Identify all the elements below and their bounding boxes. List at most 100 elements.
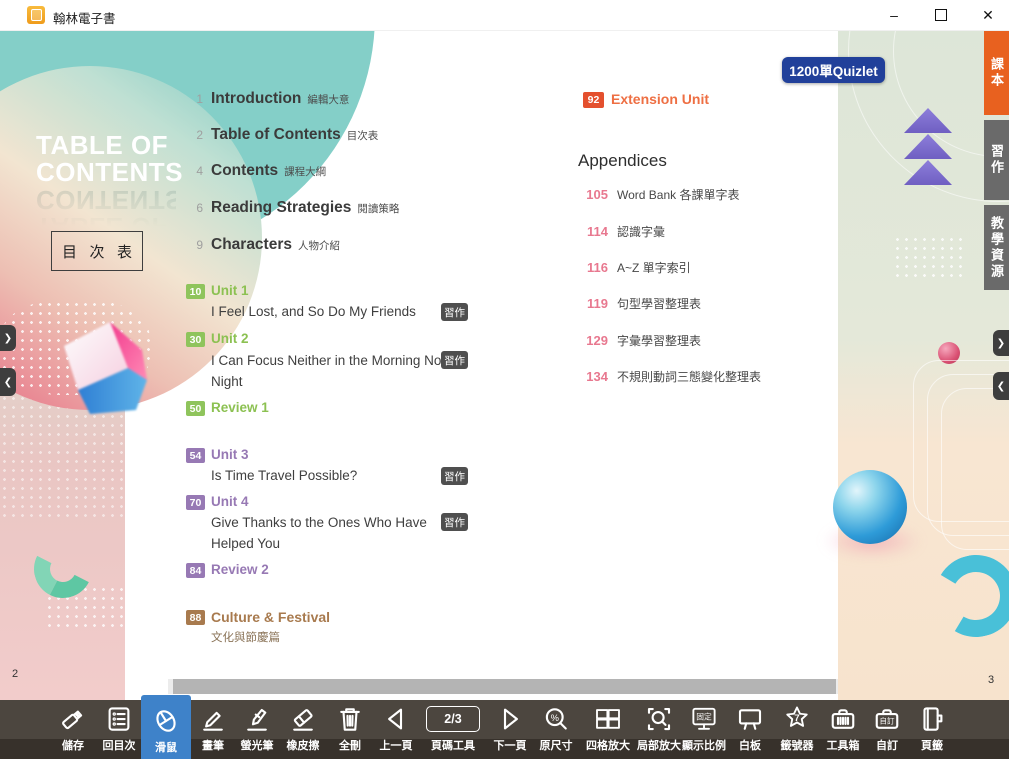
halftone-dots xyxy=(893,235,968,283)
unit4-workbook-badge[interactable]: 習作 xyxy=(441,513,468,531)
whiteboard-icon xyxy=(735,704,765,734)
right-edge-prev-arrow[interactable]: ❮ xyxy=(993,372,1009,400)
pen-tool-button[interactable]: 畫筆 xyxy=(188,700,238,759)
toc-row-review2[interactable]: Review 2 xyxy=(211,562,269,577)
toolbox-button[interactable]: 工具箱 xyxy=(818,700,868,759)
appendix-row-word-bank[interactable]: 105Word Bank 各課單字表 xyxy=(578,186,739,204)
custom-button[interactable]: 自訂 自訂 xyxy=(862,700,912,759)
unit3-page-badge: 54 xyxy=(186,448,205,463)
number-picker-button[interactable]: 7 籤號器 xyxy=(772,700,822,759)
chevron-right-icon: ❯ xyxy=(4,333,12,344)
left-edge-next-arrow[interactable]: ❯ xyxy=(0,325,16,351)
horizontal-scrollbar-track[interactable] xyxy=(168,679,838,694)
toc-row-unit4[interactable]: Unit 4 xyxy=(211,494,249,509)
toc-row-characters[interactable]: 9Characters人物介紹 xyxy=(184,236,340,258)
original-size-button[interactable]: % 原尺寸 xyxy=(531,700,581,759)
toc-row-unit3[interactable]: Unit 3 xyxy=(211,447,249,462)
mouse-icon xyxy=(151,706,181,736)
book-tab-icon xyxy=(917,704,947,734)
prev-page-button[interactable]: 上一頁 xyxy=(371,700,421,759)
appendix-row-irregular-verbs[interactable]: 134不規則動詞三態變化整理表 xyxy=(578,368,761,386)
appendix-row-vocabulary[interactable]: 114認識字彙 xyxy=(578,223,665,241)
minimize-button[interactable]: – xyxy=(875,0,913,30)
right-edge-next-arrow[interactable]: ❯ xyxy=(993,330,1009,356)
unit3-workbook-badge[interactable]: 習作 xyxy=(441,467,468,485)
magnifier-brackets-icon xyxy=(644,704,674,734)
highlighter-tool-button[interactable]: 螢光筆 xyxy=(232,700,282,759)
unit4-page-badge: 70 xyxy=(186,495,205,510)
trash-icon xyxy=(335,704,365,734)
mouse-tool-button[interactable]: 滑鼠 xyxy=(141,695,191,759)
svg-text:%: % xyxy=(551,713,559,723)
pencil-icon xyxy=(198,704,228,734)
four-grid-zoom-button[interactable]: 四格放大 xyxy=(583,700,633,759)
eraser-tool-button[interactable]: 橡皮擦 xyxy=(278,700,328,759)
close-button[interactable]: ✕ xyxy=(969,0,1007,30)
page-number-left: 2 xyxy=(12,668,18,680)
magnifier-percent-icon: % xyxy=(541,704,571,734)
unit1-page-badge: 10 xyxy=(186,284,205,299)
toc-row-reading-strategies[interactable]: 6Reading Strategies閱讀策略 xyxy=(184,199,399,221)
toc-row-review1[interactable]: Review 1 xyxy=(211,400,269,415)
unit2-workbook-badge[interactable]: 習作 xyxy=(441,351,468,369)
page-number-tool-button[interactable]: 2/3 頁碼工具 xyxy=(421,700,485,759)
ebook-window: 3 TABLE OF CONTENTS TABLE OF CONTENTS 目 … xyxy=(0,0,1009,759)
unit1-subtitle[interactable]: I Feel Lost, and So Do My Friends xyxy=(211,301,463,322)
left-edge-prev-arrow[interactable]: ❮ xyxy=(0,368,16,396)
appendix-row-sentence-patterns[interactable]: 119句型學習整理表 xyxy=(578,295,701,313)
tab-textbook[interactable]: 課本 xyxy=(984,30,1009,115)
chevron-right-icon: ❯ xyxy=(997,338,1005,349)
unit3-subtitle[interactable]: Is Time Travel Possible? xyxy=(211,465,463,486)
review2-page-badge: 84 xyxy=(186,563,205,578)
toc-row-culture-festival[interactable]: Culture & Festival xyxy=(211,609,330,625)
page-indicator[interactable]: 2/3 xyxy=(426,706,480,732)
toc-row-introduction[interactable]: 1Introduction編輯大意 xyxy=(184,90,349,112)
toc-row-table-of-contents[interactable]: 2Table of Contents目次表 xyxy=(184,126,378,148)
blue-sphere-decor xyxy=(833,470,907,544)
quizlet-button[interactable]: 1200單Quizlet xyxy=(782,57,885,83)
delete-all-button[interactable]: 全刪 xyxy=(325,700,375,759)
appendix-row-az-index[interactable]: 116A~Z 單字索引 xyxy=(578,259,691,277)
star-number-icon: 7 xyxy=(781,704,813,734)
chevron-left-icon: ❮ xyxy=(997,381,1005,392)
window-title-bar: 翰林電子書 – ✕ xyxy=(0,0,1009,31)
eraser-icon xyxy=(288,704,318,734)
save-button[interactable]: 儲存 xyxy=(48,700,98,759)
toc-row-contents[interactable]: 4Contents課程大綱 xyxy=(184,162,326,184)
toc-deco-title: TABLE OF CONTENTS xyxy=(36,132,176,186)
cube-decor xyxy=(48,316,153,441)
culture-subtitle-zh: 文化與節慶篇 xyxy=(211,628,463,649)
appendix-row-vocab-summary[interactable]: 129字彙學習整理表 xyxy=(578,332,701,350)
display-ratio-button[interactable]: 固定 顯示比例 xyxy=(679,700,729,759)
unit2-subtitle[interactable]: I Can Focus Neither in the Morning Nor a… xyxy=(211,350,463,392)
triangle-right-icon xyxy=(495,704,525,734)
monitor-fixed-icon: 固定 xyxy=(688,704,720,734)
next-page-button[interactable]: 下一頁 xyxy=(485,700,535,759)
partial-zoom-button[interactable]: 局部放大 xyxy=(634,700,684,759)
bottom-toolbar: 儲存 回目次 滑鼠 畫筆 螢光筆 xyxy=(0,700,1009,759)
tab-workbook[interactable]: 習作 xyxy=(984,120,1009,200)
toc-row-extension-unit[interactable]: Extension Unit xyxy=(611,91,709,107)
back-to-toc-button[interactable]: 回目次 xyxy=(94,700,144,759)
toolbox-icon xyxy=(828,704,858,734)
unit2-page-badge: 30 xyxy=(186,332,205,347)
tab-teaching-resources[interactable]: 教學資源 xyxy=(984,205,1009,290)
toc-row-unit1[interactable]: Unit 1 xyxy=(211,283,249,298)
toc-row-unit2[interactable]: Unit 2 xyxy=(211,331,249,346)
chevron-left-icon: ❮ xyxy=(4,377,12,388)
horizontal-scrollbar-thumb[interactable] xyxy=(173,679,836,694)
unit4-subtitle[interactable]: Give Thanks to the Ones Who Have Helped … xyxy=(211,512,463,554)
review1-page-badge: 50 xyxy=(186,401,205,416)
side-tab-bar: 課本 習作 教學資源 xyxy=(984,30,1009,290)
maximize-button[interactable] xyxy=(922,0,960,30)
svg-text:7: 7 xyxy=(794,713,799,723)
svg-text:固定: 固定 xyxy=(696,712,712,722)
unit1-workbook-badge[interactable]: 習作 xyxy=(441,303,468,321)
svg-text:自訂: 自訂 xyxy=(880,716,895,726)
page-tabs-button[interactable]: 頁籤 xyxy=(907,700,957,759)
triangle-left-icon xyxy=(381,704,411,734)
whiteboard-button[interactable]: 白板 xyxy=(725,700,775,759)
app-logo-icon xyxy=(27,6,45,24)
circuit-line-decor xyxy=(941,388,1009,550)
four-pane-grid-icon xyxy=(592,704,624,734)
